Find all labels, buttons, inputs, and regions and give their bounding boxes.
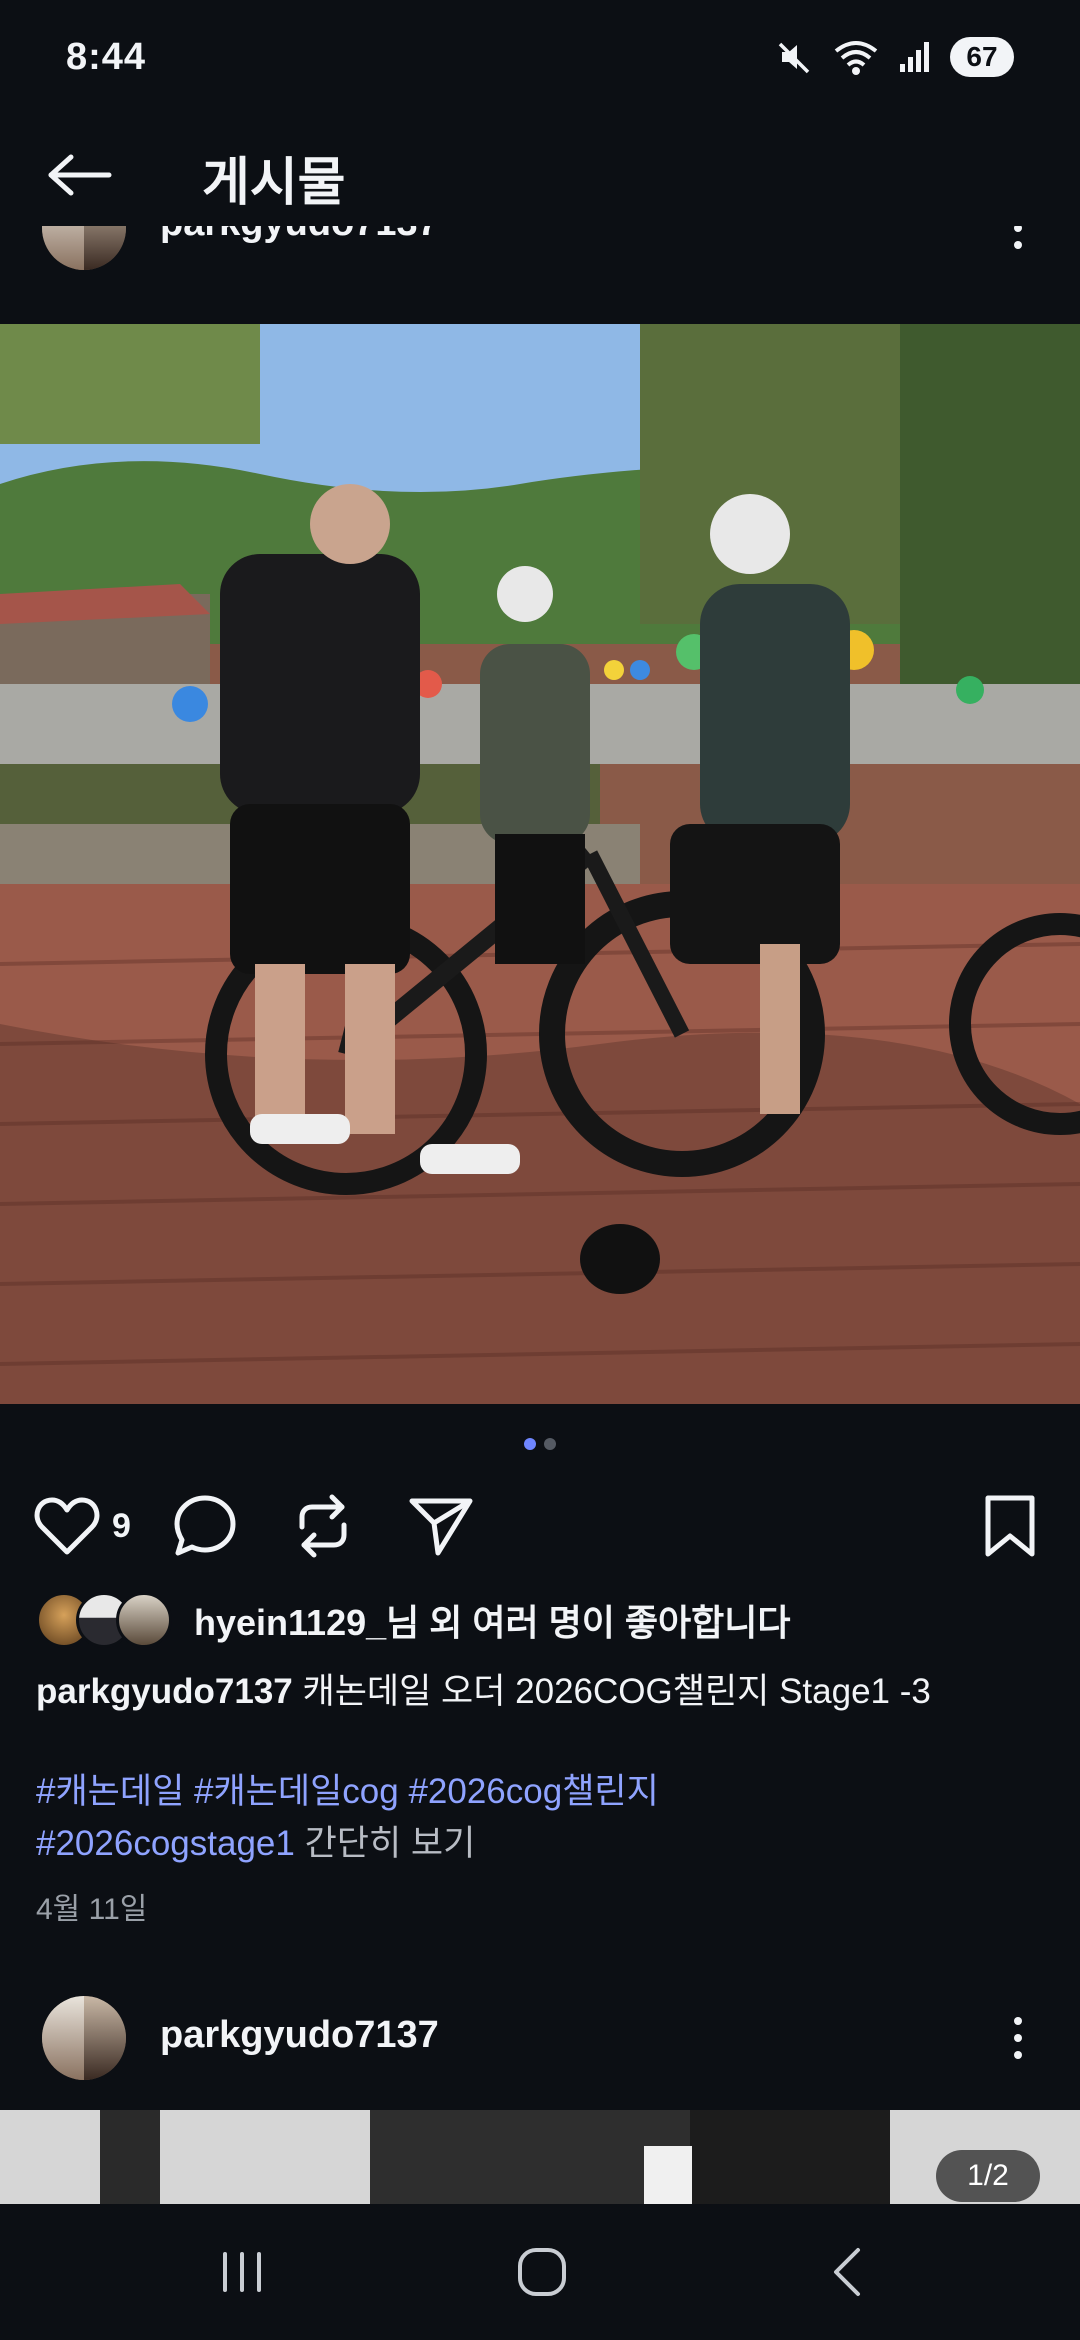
system-navigation-bar bbox=[0, 2204, 1080, 2340]
hashtag[interactable]: #캐논데일cog bbox=[194, 1772, 399, 1811]
avatar[interactable] bbox=[42, 226, 126, 270]
carousel-dot-active bbox=[524, 1438, 536, 1450]
carousel-dot bbox=[544, 1438, 556, 1450]
caption-username[interactable]: parkgyudo7137 bbox=[36, 1672, 293, 1711]
hashtag[interactable]: #캐논데일 bbox=[36, 1772, 184, 1811]
status-bar: 8:44 67 bbox=[0, 0, 1080, 118]
share-button[interactable] bbox=[408, 1492, 474, 1560]
next-post-username[interactable]: parkgyudo7137 bbox=[160, 2014, 439, 2057]
post-author-row: parkgyudo7137 bbox=[0, 226, 1080, 322]
comment-icon bbox=[174, 1495, 236, 1556]
send-icon bbox=[409, 1498, 473, 1556]
recent-apps-icon bbox=[223, 2252, 261, 2292]
more-options-button[interactable] bbox=[998, 226, 1038, 258]
comment-button[interactable] bbox=[172, 1492, 238, 1560]
status-icons: 67 bbox=[776, 34, 1014, 80]
hashtag[interactable]: #2026cogstage1 bbox=[36, 1824, 295, 1863]
page-title: 게시물 bbox=[202, 154, 346, 212]
carousel-indicator bbox=[0, 1438, 1080, 1450]
post-date: 4월 11일 bbox=[36, 1893, 148, 1926]
likes-summary[interactable]: hyein1129_님 외 여러 명이 좋아합니다 bbox=[36, 1592, 790, 1648]
hashtag-list: #캐논데일 #캐논데일cog #2026cog챌린지 #2026cogstage… bbox=[36, 1766, 1046, 1870]
likes-text: hyein1129_님 외 여러 명이 좋아합니다 bbox=[194, 1602, 791, 1643]
next-post-image[interactable]: 1/2 bbox=[0, 2110, 1080, 2204]
liker-avatar bbox=[116, 1592, 172, 1648]
signal-icon bbox=[898, 40, 932, 74]
arrow-left-icon bbox=[48, 154, 112, 196]
home-button[interactable] bbox=[482, 2232, 602, 2312]
next-post-header: parkgyudo7137 bbox=[0, 1990, 1080, 2086]
like-count: 9 bbox=[112, 1506, 131, 1545]
post-image[interactable] bbox=[0, 324, 1080, 1404]
caption-text: 캐논데일 오더 2026COG챌린지 Stage1 -3 bbox=[292, 1672, 931, 1711]
mute-icon bbox=[776, 38, 814, 76]
like-button[interactable]: 9 bbox=[34, 1492, 131, 1560]
repost-button[interactable] bbox=[292, 1492, 354, 1560]
image-counter: 1/2 bbox=[936, 2150, 1040, 2202]
heart-icon bbox=[34, 1497, 100, 1555]
status-time: 8:44 bbox=[66, 36, 147, 78]
app-header: 게시물 bbox=[0, 118, 1080, 230]
post-author-username[interactable]: parkgyudo7137 bbox=[160, 226, 439, 245]
recent-apps-button[interactable] bbox=[182, 2232, 302, 2312]
hashtag[interactable]: #2026cog챌린지 bbox=[408, 1772, 658, 1811]
show-less-link[interactable]: 간단히 보기 bbox=[305, 1824, 476, 1863]
post-actions: 9 bbox=[0, 1486, 1080, 1566]
home-icon bbox=[518, 2248, 566, 2296]
wifi-icon bbox=[832, 37, 880, 77]
more-options-button[interactable] bbox=[998, 2008, 1038, 2068]
repost-icon bbox=[299, 1494, 347, 1558]
avatar[interactable] bbox=[42, 1996, 126, 2080]
battery-icon: 67 bbox=[950, 37, 1014, 77]
post-caption: parkgyudo7137 캐논데일 오더 2026COG챌린지 Stage1 … bbox=[36, 1666, 1046, 1718]
bookmark-icon bbox=[985, 1495, 1035, 1557]
save-button[interactable] bbox=[982, 1492, 1038, 1560]
back-button[interactable] bbox=[40, 140, 120, 210]
back-nav-button[interactable] bbox=[786, 2232, 906, 2312]
chevron-left-icon bbox=[834, 2248, 860, 2296]
